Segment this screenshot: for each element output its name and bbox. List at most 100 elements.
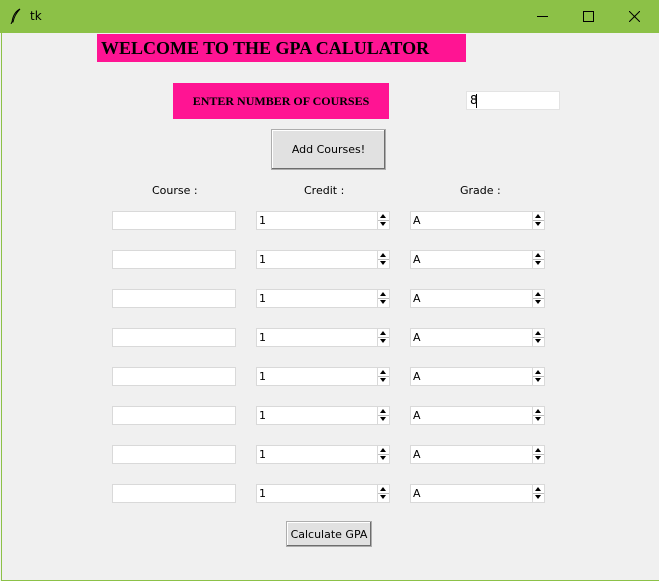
course-row: 1 A [0,328,659,348]
spin-up-icon[interactable] [535,409,541,413]
spin-arrows[interactable] [377,212,389,229]
course-name-input[interactable] [112,211,236,230]
spin-down-icon[interactable] [380,300,386,304]
course-row: 1 A [0,211,659,231]
grade-spinbox[interactable]: A [410,367,545,386]
spin-down-icon[interactable] [380,222,386,226]
spin-up-icon[interactable] [380,253,386,257]
close-button[interactable] [612,0,658,33]
spin-down-icon[interactable] [380,495,386,499]
credit-spinbox[interactable]: 1 [256,445,390,464]
grade-spinbox[interactable]: A [410,250,545,269]
credit-spinbox[interactable]: 1 [256,406,390,425]
spin-arrows[interactable] [377,407,389,424]
calculate-gpa-button[interactable]: Calculate GPA [286,521,372,547]
credit-spinbox[interactable]: 1 [256,250,390,269]
minimize-icon [537,16,548,17]
maximize-button[interactable] [566,0,612,33]
spin-arrows[interactable] [532,212,544,229]
credit-value: 1 [259,331,266,344]
num-courses-input[interactable]: 8 [466,91,560,110]
spin-arrows[interactable] [377,290,389,307]
spin-up-icon[interactable] [380,292,386,296]
course-name-input[interactable] [112,328,236,347]
grade-spinbox[interactable]: A [410,328,545,347]
credit-value: 1 [259,292,266,305]
spin-up-icon[interactable] [380,370,386,374]
spin-up-icon[interactable] [380,409,386,413]
credit-value: 1 [259,409,266,422]
spin-up-icon[interactable] [535,370,541,374]
enter-courses-label: ENTER NUMBER OF COURSES [173,83,389,119]
course-row: 1 A [0,406,659,426]
credit-spinbox[interactable]: 1 [256,289,390,308]
course-name-input[interactable] [112,367,236,386]
window-titlebar: tk [0,0,659,33]
course-column-header: Course : [152,184,198,197]
spin-down-icon[interactable] [535,300,541,304]
course-name-input[interactable] [112,406,236,425]
spin-down-icon[interactable] [535,339,541,343]
course-row: 1 A [0,484,659,504]
spin-arrows[interactable] [532,485,544,502]
spin-down-icon[interactable] [380,378,386,382]
spin-down-icon[interactable] [380,417,386,421]
grade-spinbox[interactable]: A [410,484,545,503]
spin-up-icon[interactable] [380,448,386,452]
spin-down-icon[interactable] [535,261,541,265]
credit-spinbox[interactable]: 1 [256,367,390,386]
spin-down-icon[interactable] [535,495,541,499]
grade-spinbox[interactable]: A [410,445,545,464]
spin-up-icon[interactable] [535,331,541,335]
credit-spinbox[interactable]: 1 [256,328,390,347]
spin-up-icon[interactable] [535,253,541,257]
credit-spinbox[interactable]: 1 [256,211,390,230]
spin-up-icon[interactable] [380,487,386,491]
spin-arrows[interactable] [377,329,389,346]
spin-down-icon[interactable] [535,222,541,226]
spin-arrows[interactable] [532,368,544,385]
spin-up-icon[interactable] [380,331,386,335]
grade-spinbox[interactable]: A [410,289,545,308]
course-name-input[interactable] [112,250,236,269]
spin-up-icon[interactable] [535,214,541,218]
grade-value: A [413,487,421,500]
spin-down-icon[interactable] [535,417,541,421]
spin-arrows[interactable] [532,329,544,346]
course-name-input[interactable] [112,289,236,308]
course-name-input[interactable] [112,484,236,503]
spin-arrows[interactable] [532,446,544,463]
spin-arrows[interactable] [377,368,389,385]
spin-arrows[interactable] [377,446,389,463]
spin-down-icon[interactable] [380,456,386,460]
credit-spinbox[interactable]: 1 [256,484,390,503]
grade-spinbox[interactable]: A [410,211,545,230]
credit-value: 1 [259,370,266,383]
spin-arrows[interactable] [377,251,389,268]
course-row: 1 A [0,289,659,309]
credit-column-header: Credit : [304,184,345,197]
add-courses-button[interactable]: Add Courses! [271,129,386,170]
credit-value: 1 [259,487,266,500]
spin-arrows[interactable] [377,485,389,502]
spin-down-icon[interactable] [535,378,541,382]
window-title: tk [30,9,42,23]
spin-down-icon[interactable] [535,456,541,460]
spin-arrows[interactable] [532,251,544,268]
spin-up-icon[interactable] [535,292,541,296]
grade-spinbox[interactable]: A [410,406,545,425]
spin-arrows[interactable] [532,407,544,424]
spin-up-icon[interactable] [380,214,386,218]
grade-value: A [413,370,421,383]
spin-up-icon[interactable] [535,487,541,491]
feather-icon [10,8,21,24]
minimize-button[interactable] [520,0,566,33]
spin-up-icon[interactable] [535,448,541,452]
welcome-banner: WELCOME TO THE GPA CALULATOR [97,34,466,62]
spin-arrows[interactable] [532,290,544,307]
course-name-input[interactable] [112,445,236,464]
grade-value: A [413,253,421,266]
spin-down-icon[interactable] [380,339,386,343]
spin-down-icon[interactable] [380,261,386,265]
grade-value: A [413,448,421,461]
